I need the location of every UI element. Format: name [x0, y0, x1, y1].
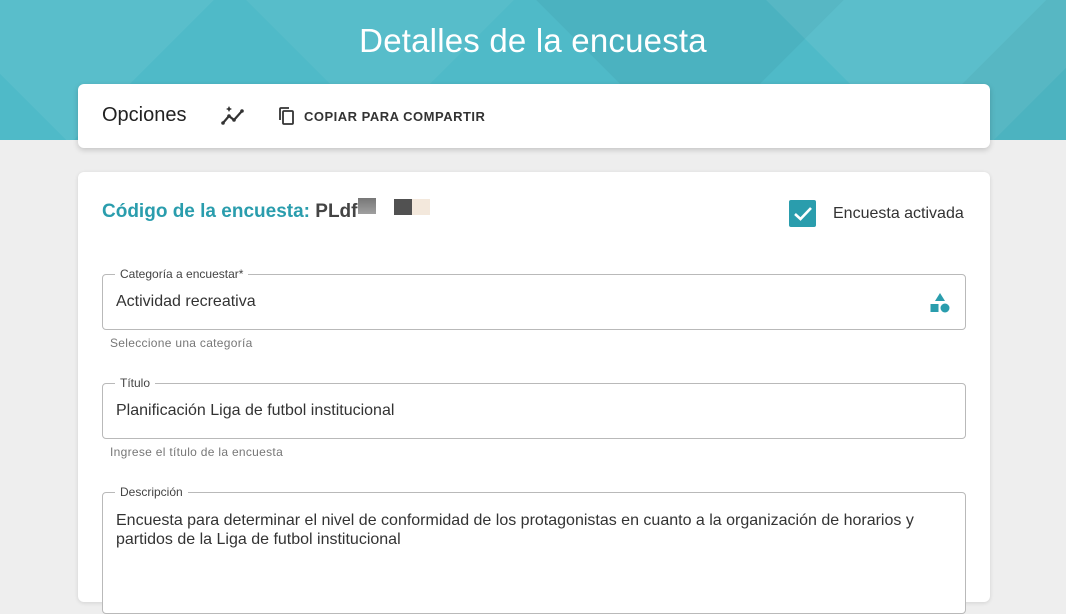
- title-field[interactable]: Título Planificación Liga de futbol inst…: [102, 376, 966, 439]
- statistics-button[interactable]: [220, 104, 246, 128]
- description-field-label: Descripción: [115, 485, 188, 499]
- check-icon: [793, 206, 812, 221]
- redacted-code-part: [412, 199, 430, 215]
- redacted-code-part: [358, 198, 376, 214]
- options-title: Opciones: [102, 104, 187, 126]
- redacted-code-part: [394, 199, 412, 215]
- copy-to-share-button[interactable]: COPIAR PARA COMPARTIR: [278, 104, 485, 128]
- category-icon[interactable]: [929, 292, 951, 314]
- title-hint: Ingrese el título de la encuesta: [110, 445, 284, 459]
- survey-code: Código de la encuesta: PLdf: [102, 201, 357, 223]
- survey-active-checkbox[interactable]: [789, 200, 816, 227]
- copy-icon: [279, 107, 294, 125]
- description-value: Encuesta para determinar el nivel de con…: [116, 512, 914, 548]
- description-field[interactable]: Descripción Encuesta para determinar el …: [102, 485, 966, 614]
- category-hint: Seleccione una categoría: [110, 336, 253, 350]
- category-value: Actividad recreativa: [116, 293, 256, 310]
- survey-details-card: Código de la encuesta: PLdf Encuesta act…: [78, 172, 990, 614]
- copy-to-share-label: COPIAR PARA COMPARTIR: [304, 108, 486, 124]
- survey-active-toggle[interactable]: Encuesta activada: [789, 200, 964, 227]
- survey-active-label: Encuesta activada: [833, 204, 964, 222]
- survey-code-value: PLdf: [315, 201, 358, 222]
- survey-code-label: Código de la encuesta:: [102, 201, 310, 222]
- options-toolbar: Opciones COPIAR PARA COMPARTIR: [78, 84, 990, 148]
- auto-graph-icon: [221, 106, 244, 125]
- title-field-label: Título: [115, 376, 156, 390]
- category-field[interactable]: Categoría a encuestar* Actividad recreat…: [102, 267, 966, 330]
- page-title: Detalles de la encuesta: [359, 22, 707, 59]
- title-value: Planificación Liga de futbol institucion…: [116, 402, 395, 419]
- category-field-label: Categoría a encuestar*: [115, 267, 249, 281]
